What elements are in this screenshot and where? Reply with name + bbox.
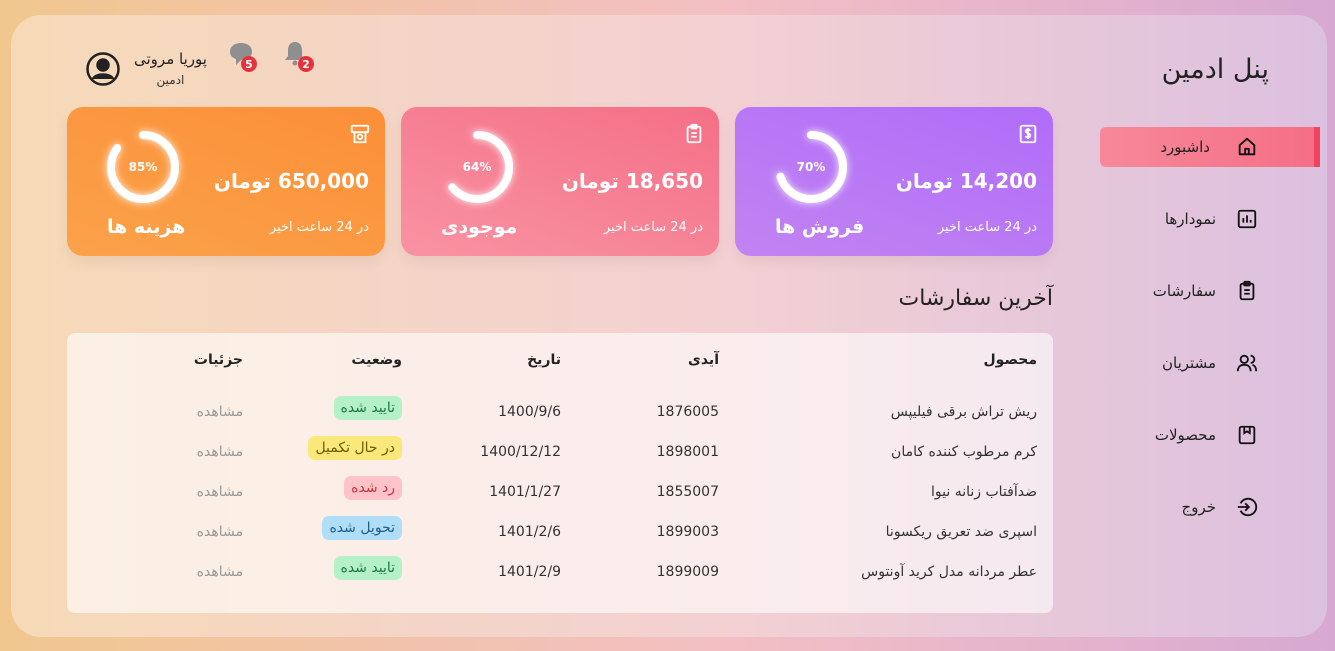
sales-percent: 70%	[796, 160, 826, 174]
view-details-link[interactable]: مشاهده	[197, 524, 243, 540]
header-id: آیدی	[688, 352, 719, 368]
sales-title: فروش ها	[775, 216, 865, 238]
orders-title: آخرین سفارشات	[898, 286, 1053, 311]
dollar-icon	[1019, 124, 1037, 144]
chart-icon	[1237, 209, 1257, 229]
sidebar-item-label: سفارشات	[1152, 282, 1216, 300]
status-badge: تایید شده	[333, 556, 402, 580]
clipboard-icon	[686, 123, 702, 144]
header-status: وضعیت	[351, 352, 402, 368]
user-name: پوریا مروتی	[134, 50, 207, 68]
sales-period: در 24 ساعت اخیر	[937, 220, 1037, 235]
row-date: 1400/9/6	[498, 404, 561, 420]
row-product: ضدآفتاب زنانه نیوا	[931, 484, 1037, 500]
user-profile[interactable]: پوریا مروتی ادمین	[86, 50, 207, 87]
row-id: 1855007	[656, 484, 719, 500]
header-details: جزئیات	[193, 352, 243, 368]
avatar-icon	[86, 51, 120, 86]
sidebar-item-label: مشتریان	[1162, 354, 1216, 372]
row-id: 1899003	[656, 524, 719, 540]
cost-title: هزینه ها	[107, 216, 186, 238]
user-role: ادمین	[156, 73, 185, 87]
cost-amount: 650,000 تومان	[213, 169, 369, 193]
sidebar-menu: داشبورد نمودارها سفارشات مشتریان محصولات…	[1100, 127, 1320, 559]
status-badge: رد شده	[344, 476, 402, 500]
sidebar-item-dashboard[interactable]: داشبورد	[1100, 127, 1320, 167]
cost-card[interactable]: 650,000 تومان در 24 ساعت اخیر هزینه ها 8…	[67, 107, 385, 256]
users-icon	[1236, 354, 1258, 372]
sidebar-item-customers[interactable]: مشتریان	[1100, 343, 1320, 383]
sidebar-item-orders[interactable]: سفارشات	[1100, 271, 1320, 311]
stock-percent: 64%	[462, 160, 492, 174]
status-badge: تایید شده	[333, 396, 402, 420]
cost-period: در 24 ساعت اخیر	[269, 220, 369, 235]
stock-card[interactable]: 18,650 تومان در 24 ساعت اخیر موجودی 64%	[401, 107, 719, 256]
logout-icon	[1237, 497, 1258, 517]
sidebar-item-logout[interactable]: خروج	[1100, 487, 1320, 527]
row-date: 1401/1/27	[489, 484, 561, 500]
sidebar-item-label: محصولات	[1154, 426, 1216, 444]
status-badge: در حال تکمیل	[308, 436, 402, 460]
box-icon	[1238, 425, 1256, 445]
sales-amount: 14,200 تومان	[895, 169, 1037, 193]
receipt-icon	[350, 124, 370, 144]
clipboard-icon	[1239, 280, 1255, 301]
stock-title: موجودی	[441, 216, 518, 238]
row-id: 1899009	[656, 564, 719, 580]
row-product: اسپری ضد تعریق ریکسونا	[885, 524, 1037, 540]
stock-amount: 18,650 تومان	[561, 169, 703, 193]
cost-percent: 85%	[128, 160, 158, 174]
orders-table: محصول آیدی تاریخ وضعیت جزئیات ریش تراش ب…	[67, 333, 1053, 613]
sales-card[interactable]: 14,200 تومان در 24 ساعت اخیر فروش ها 70%	[735, 107, 1053, 256]
status-badge: تحویل شده	[322, 516, 402, 540]
messages-badge: 5	[241, 56, 257, 72]
notifications-badge: 2	[298, 56, 314, 72]
view-details-link[interactable]: مشاهده	[197, 404, 243, 420]
row-product: کرم مرطوب کننده کامان	[891, 444, 1037, 460]
header-product: محصول	[983, 352, 1037, 368]
home-icon	[1238, 137, 1256, 156]
header-date: تاریخ	[527, 352, 561, 368]
sidebar-item-charts[interactable]: نمودارها	[1100, 199, 1320, 239]
stock-period: در 24 ساعت اخیر	[603, 220, 703, 235]
row-id: 1876005	[656, 404, 719, 420]
row-id: 1898001	[656, 444, 719, 460]
row-date: 1401/2/9	[498, 564, 561, 580]
sidebar-item-label: داشبورد	[1160, 138, 1210, 156]
row-product: عطر مردانه مدل کرید آونتوس	[861, 564, 1037, 580]
view-details-link[interactable]: مشاهده	[197, 484, 243, 500]
sidebar-item-label: خروج	[1181, 498, 1216, 516]
brand-title: پنل ادمین	[1161, 54, 1269, 85]
row-date: 1401/2/6	[498, 524, 561, 540]
row-product: ریش تراش برقی فیلیپس	[890, 404, 1037, 420]
sidebar-item-products[interactable]: محصولات	[1100, 415, 1320, 455]
view-details-link[interactable]: مشاهده	[197, 564, 243, 580]
row-date: 1400/12/12	[480, 444, 561, 460]
user-info: پوریا مروتی ادمین	[134, 50, 207, 87]
view-details-link[interactable]: مشاهده	[197, 444, 243, 460]
sidebar-item-label: نمودارها	[1164, 210, 1216, 228]
